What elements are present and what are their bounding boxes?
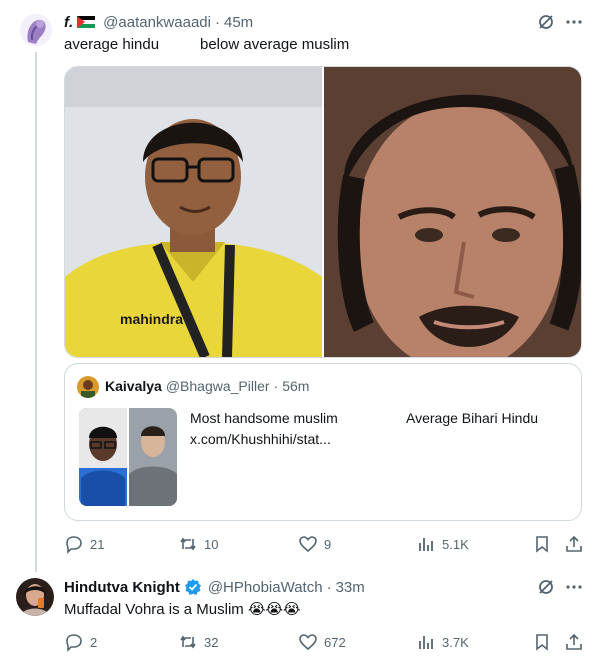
like-button[interactable]: 672 <box>298 632 346 652</box>
quoted-author-handle[interactable]: @Bhagwa_Piller <box>166 378 270 394</box>
media-photo-left[interactable]: mahindra <box>65 67 322 357</box>
quoted-author-avatar[interactable] <box>77 376 99 398</box>
like-icon <box>299 634 317 651</box>
views-count: 5.1K <box>442 536 469 552</box>
quoted-media[interactable] <box>79 408 177 506</box>
dot-separator: · <box>326 578 332 596</box>
quoted-text-left: Most handsome muslim <box>190 410 338 426</box>
views-button[interactable]: 3.7K <box>416 632 469 652</box>
like-icon <box>299 536 317 553</box>
repost-icon <box>180 537 196 551</box>
grok-icon[interactable] <box>536 12 556 32</box>
dot-separator: · <box>273 378 279 394</box>
author-avatar[interactable] <box>16 578 54 616</box>
author-handle[interactable]: @aatankwaaadi <box>103 14 211 31</box>
flag-icon <box>77 16 96 28</box>
author-avatar[interactable] <box>20 14 52 46</box>
reply-count: 2 <box>90 634 98 650</box>
tweet-time[interactable]: 33m <box>336 579 365 596</box>
author-name[interactable]: f. <box>64 14 73 31</box>
author-name[interactable]: Hindutva Knight <box>64 579 180 596</box>
more-icon[interactable] <box>564 12 584 32</box>
like-count: 672 <box>324 634 346 650</box>
like-count: 9 <box>324 536 332 552</box>
views-icon <box>419 538 433 551</box>
reply-icon <box>66 536 82 554</box>
repost-icon <box>180 635 196 649</box>
share-icon[interactable] <box>564 534 584 554</box>
views-count: 3.7K <box>442 634 469 650</box>
like-button[interactable]: 9 <box>298 534 331 554</box>
repost-button[interactable]: 10 <box>178 534 218 554</box>
svg-text:mahindra: mahindra <box>120 311 183 327</box>
more-icon[interactable] <box>564 577 584 597</box>
reply-count: 21 <box>90 536 105 552</box>
verified-badge-icon <box>184 578 202 596</box>
quoted-text-right: Average Bihari Hindu <box>406 410 539 426</box>
reply-icon <box>66 634 82 652</box>
author-handle[interactable]: @HPhobiaWatch <box>208 579 323 596</box>
quoted-tweet[interactable]: Kaivalya @Bhagwa_Piller · 56m Most hands… <box>64 363 582 521</box>
tweet-text-right: below average muslim <box>200 36 350 53</box>
quoted-time[interactable]: 56m <box>282 378 309 394</box>
quoted-link[interactable]: x.com/Khushhihi/stat... <box>190 431 331 447</box>
tweet-text: Muffadal Vohra is a Muslim 😭😭😭 <box>64 601 301 618</box>
repost-button[interactable]: 32 <box>178 632 218 652</box>
quoted-author-name[interactable]: Kaivalya <box>105 378 162 394</box>
bookmark-icon[interactable] <box>532 632 552 652</box>
media-photo-right[interactable] <box>324 67 581 357</box>
bookmark-icon[interactable] <box>532 534 552 554</box>
share-icon[interactable] <box>564 632 584 652</box>
repost-count: 10 <box>204 536 219 552</box>
reply-button[interactable]: 21 <box>64 534 104 554</box>
tweet-time[interactable]: 45m <box>224 14 253 31</box>
dot-separator: · <box>214 13 220 31</box>
grok-icon[interactable] <box>536 577 556 597</box>
tweet-text-left: average hindu <box>64 36 160 53</box>
tweet-media[interactable]: mahindra <box>64 66 582 358</box>
views-button[interactable]: 5.1K <box>416 534 469 554</box>
reply-button[interactable]: 2 <box>64 632 97 652</box>
thread-line <box>35 52 37 572</box>
repost-count: 32 <box>204 634 219 650</box>
views-icon <box>419 636 433 649</box>
